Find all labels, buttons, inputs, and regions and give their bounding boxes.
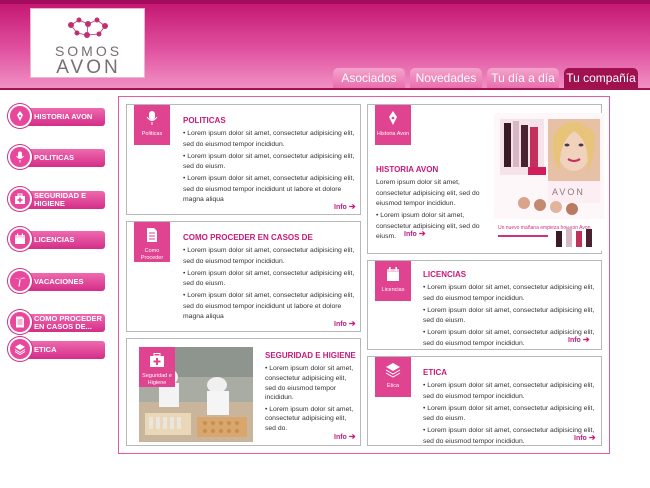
card-seguridad-e-higiene: Seguridad e Higiene SEGURIDAD E HIGIENE …	[126, 338, 361, 446]
card-badge: Historia Avon	[375, 105, 411, 145]
sidebar-item-como-proceder[interactable]: COMO PROCEDER EN CASOS DE...	[8, 310, 105, 334]
tab-tu-dia-a-dia[interactable]: Tu día a día	[487, 68, 559, 88]
sidebar-item-label: HISTORIA AVON	[34, 111, 93, 121]
card-body: • Lorem ipsum dolor sit amet, consectetu…	[183, 247, 355, 320]
card-body: Lorem ipsum dolor sit amet, consectetur …	[376, 179, 480, 240]
header: SOMOS AVON Asociados Novedades Tu día a …	[0, 0, 650, 88]
sidebar-item-label: ETICA	[34, 344, 57, 354]
info-link[interactable]: Info ➔	[574, 433, 596, 442]
pen-nib-icon	[8, 104, 32, 128]
microphone-icon	[146, 111, 158, 125]
arrow-right-icon: ➔	[582, 335, 590, 344]
card-historia-avon: Historia Avon HISTORIA AVON Lorem ipsum …	[367, 104, 604, 254]
arrow-right-icon: ➔	[588, 433, 596, 442]
document-icon	[8, 310, 32, 334]
card-title: HISTORIA AVON	[376, 165, 439, 174]
sidebar-item-label: SEGURIDAD E HIGIENE	[34, 190, 87, 208]
sidebar-item-vacaciones[interactable]: VACACIONES	[8, 269, 105, 293]
sidebar-item-label: POLITICAS	[34, 152, 75, 162]
first-aid-kit-icon	[150, 353, 164, 367]
sidebar-item-label: VACACIONES	[34, 276, 84, 286]
card-politicas: Politicas POLITICAS • Lorem ipsum dolor …	[126, 104, 361, 215]
sidebar-item-politicas[interactable]: POLITICAS	[8, 145, 105, 169]
ad-tagline: Un nuevo mañana empieza hoy con Avon	[498, 225, 591, 231]
card-body: • Lorem ipsum dolor sit amet, consectetu…	[265, 365, 354, 433]
info-link[interactable]: Info ➔	[334, 319, 356, 328]
microphone-icon	[8, 145, 32, 169]
card-como-proceder: Como Proceder COMO PROCEDER EN CASOS DE …	[126, 221, 361, 332]
sidebar-item-etica[interactable]: ETICA	[8, 337, 105, 361]
card-title: POLITICAS	[183, 116, 226, 125]
card-body: • Lorem ipsum dolor sit amet, consectetu…	[183, 130, 355, 203]
layers-icon	[8, 337, 32, 361]
calendar-icon	[8, 227, 32, 251]
sidebar-item-seguridad-e-higiene[interactable]: SEGURIDAD E HIGIENE	[8, 187, 105, 211]
arrow-right-icon: ➔	[348, 432, 356, 441]
sidebar-item-label: COMO PROCEDER EN CASOS DE...	[34, 313, 102, 331]
info-link[interactable]: Info ➔	[334, 432, 356, 441]
pen-nib-icon	[389, 111, 397, 125]
card-title: SEGURIDAD E HIGIENE	[265, 351, 356, 360]
info-link[interactable]: Info ➔	[334, 202, 356, 211]
calendar-icon	[387, 267, 399, 281]
card-badge: Politicas	[134, 105, 170, 145]
arrow-right-icon: ➔	[348, 202, 356, 211]
card-badge: Seguridad e Higiene	[139, 347, 175, 387]
card-licencias: Licencias LICENCIAS • Lorem ipsum dolor …	[367, 260, 602, 350]
tab-asociados[interactable]: Asociados	[333, 68, 405, 88]
document-icon	[147, 228, 157, 242]
card-badge: Como Proceder	[134, 222, 170, 262]
sidebar-item-historia-avon[interactable]: HISTORIA AVON	[8, 104, 105, 128]
card-title: LICENCIAS	[423, 270, 467, 279]
card-title: COMO PROCEDER EN CASOS DE	[183, 233, 313, 242]
card-title: ETICA	[423, 368, 447, 377]
main-content: Politicas POLITICAS • Lorem ipsum dolor …	[118, 96, 610, 454]
header-top-line	[0, 0, 650, 4]
info-link[interactable]: Info ➔	[568, 335, 590, 344]
first-aid-kit-icon	[8, 187, 32, 211]
avon-ad-image: AVON Un nuevo mañana empieza hoy con Avo…	[494, 113, 604, 251]
palm-tree-icon	[8, 269, 32, 293]
sidebar-item-label: LICENCIAS	[34, 234, 75, 244]
ad-brand: AVON	[552, 187, 585, 197]
card-body: • Lorem ipsum dolor sit amet, consectetu…	[423, 382, 595, 445]
tab-bar-underline	[0, 88, 650, 90]
card-badge: Licencias	[375, 261, 411, 301]
logo[interactable]: SOMOS AVON	[30, 8, 145, 78]
tab-novedades[interactable]: Novedades	[410, 68, 482, 88]
card-badge: Etica	[375, 357, 411, 397]
tab-tu-compania[interactable]: Tu compañía	[564, 68, 638, 88]
logo-text-avon: AVON	[56, 57, 121, 78]
card-etica: Etica ETICA • Lorem ipsum dolor sit amet…	[367, 356, 602, 446]
arrow-right-icon: ➔	[348, 319, 356, 328]
layers-icon	[385, 363, 401, 378]
info-link[interactable]: Info ➔	[404, 229, 426, 238]
arrow-right-icon: ➔	[418, 229, 426, 238]
logo-molecule-icon	[68, 17, 108, 38]
sidebar-item-licencias[interactable]: LICENCIAS	[8, 227, 105, 251]
